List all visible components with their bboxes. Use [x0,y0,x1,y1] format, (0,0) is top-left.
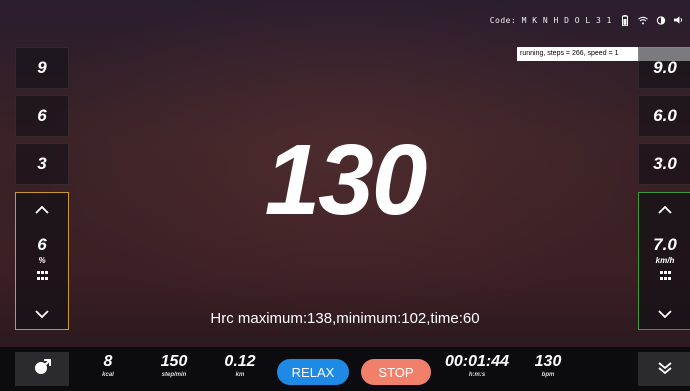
kcal-unit: kcal [102,372,114,378]
battery-icon [620,14,630,26]
double-chevron-down-icon [657,359,673,380]
hrc-summary: Hrc maximum:138,minimum:102,time:60 [210,310,480,327]
speed-preset-1[interactable]: 9.0 [638,47,690,89]
stat-distance: 0.12 km [218,353,262,379]
speed-unit: km/h [655,256,675,265]
distance-value: 0.12 [224,353,256,370]
stat-kcal: 8 kcal [88,353,128,379]
kcal-value: 8 [103,353,113,370]
exit-icon [33,358,51,381]
steps-unit: step/min [161,372,187,378]
bottom-bar: 8 kcal 150 step/min 0.12 km RELAX STOP 0… [0,347,690,391]
speed-value: 7.0 [653,235,677,254]
speed-keypad-icon[interactable] [660,271,672,281]
main-heart-rate-value: 130 [264,124,428,236]
status-bar: Code: M K N H D O L 3 1 [490,10,684,30]
exit-button[interactable] [15,352,69,386]
time-value: 00:01:44 [444,353,510,370]
stat-bpm: 130 bpm [528,353,568,379]
bpm-unit: bpm [541,372,555,378]
expand-button[interactable] [638,352,690,386]
stat-time: 00:01:44 h:m:s [442,353,512,379]
distance-unit: km [235,372,245,378]
stat-steps: 150 step/min [150,353,198,379]
incline-unit: % [38,256,46,265]
device-code: Code: M K N H D O L 3 1 [489,15,612,25]
brightness-icon [656,14,666,26]
incline-preset-1[interactable]: 9 [15,47,69,89]
incline-keypad-icon[interactable] [37,271,49,281]
steps-value: 150 [160,353,188,370]
incline-value: 6 [37,235,47,254]
time-unit: h:m:s [468,372,486,378]
stop-button[interactable]: STOP [361,359,431,385]
bpm-value: 130 [534,353,562,370]
volume-icon [674,14,684,26]
wifi-icon [638,14,648,26]
relax-button[interactable]: RELAX [277,359,349,385]
